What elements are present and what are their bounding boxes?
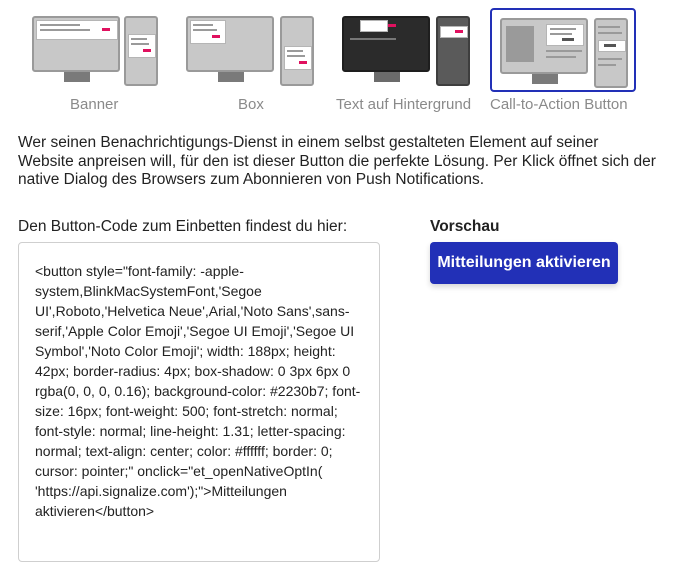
text-on-background-layout-icon <box>336 6 486 86</box>
notification-activate-button[interactable]: Mitteilungen aktivieren <box>430 242 618 284</box>
code-section-label: Den Button-Code zum Einbetten findest du… <box>18 218 348 235</box>
option-text-on-background-label: Text auf Hintergrund <box>336 96 472 113</box>
option-banner-label: Banner <box>70 96 119 113</box>
description-text: Wer seinen Benachrichtigungs-Dienst in e… <box>18 134 656 188</box>
banner-layout-icon <box>30 6 182 86</box>
option-banner[interactable]: Banner <box>30 6 182 116</box>
option-text-on-background[interactable]: Text auf Hintergrund <box>336 6 486 116</box>
option-call-to-action-label: Call-to-Action Button <box>490 96 628 113</box>
call-to-action-layout-icon <box>490 6 640 94</box>
embed-code-box[interactable]: <button style="font-family: -apple-syste… <box>18 242 380 562</box>
box-layout-icon <box>186 6 318 86</box>
preview-label: Vorschau <box>430 218 500 235</box>
option-box-label: Box <box>238 96 264 113</box>
option-box[interactable]: Box <box>186 6 318 116</box>
option-call-to-action[interactable]: Call-to-Action Button <box>490 6 640 116</box>
